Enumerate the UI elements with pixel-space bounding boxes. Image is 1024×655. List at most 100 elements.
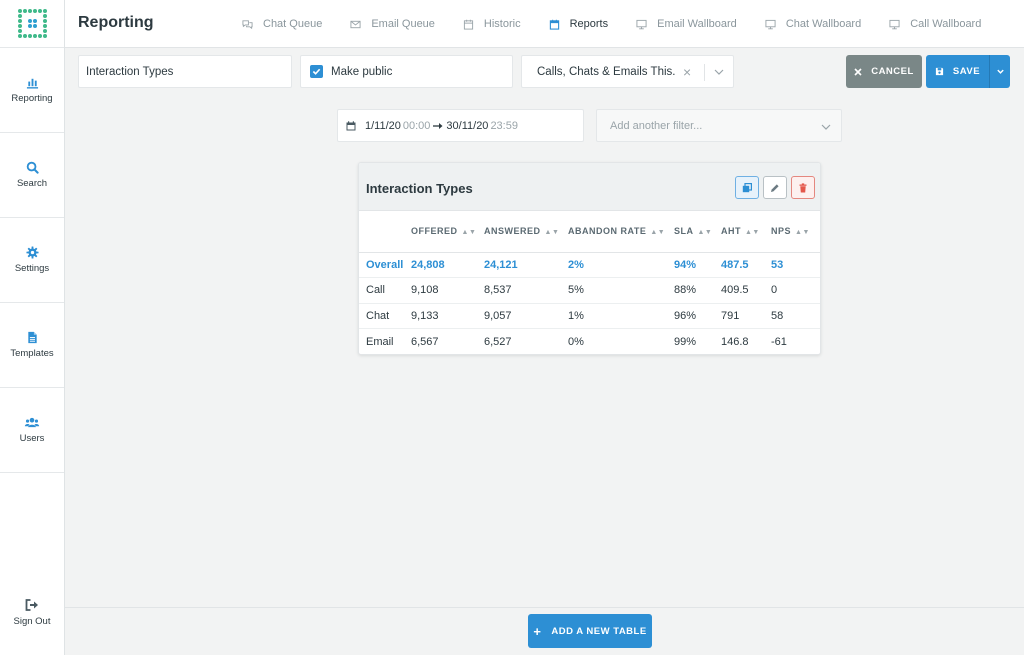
- search-icon: [26, 161, 39, 174]
- save-label: SAVE: [952, 66, 981, 77]
- tab-label: Historic: [483, 18, 521, 30]
- table-cell: 24,808: [411, 252, 484, 278]
- table-cell: 24,121: [484, 252, 568, 278]
- table-cell: 5%: [568, 277, 674, 304]
- tab-email-wallboard[interactable]: Email Wallboard: [636, 18, 737, 30]
- row-label: Overall: [359, 252, 411, 278]
- table-cell: 58: [771, 303, 820, 329]
- row-label: Call: [359, 277, 411, 304]
- table-cell: 1%: [568, 303, 674, 329]
- tab-label: Chat Wallboard: [785, 18, 862, 30]
- sort-icon: ▲▼: [461, 229, 477, 237]
- plus-icon: +: [533, 623, 542, 639]
- top-tabs: Chat Queue Email Queue Historic Reports …: [242, 0, 1009, 48]
- time-to: 23:59: [490, 119, 518, 132]
- table-cell: 9,057: [484, 303, 568, 329]
- table-row-overall: Overall 24,808 24,121 2% 94% 487.5 53: [359, 252, 820, 278]
- sidebar-item-label: Reporting: [11, 93, 53, 104]
- table-cell: 2%: [568, 252, 674, 278]
- select-divider: [704, 64, 705, 81]
- sidebar-item-users[interactable]: Users: [0, 388, 64, 473]
- sidebar-item-search[interactable]: Search: [0, 133, 64, 218]
- report-name-input[interactable]: [78, 55, 292, 88]
- save-options-dropdown[interactable]: [989, 55, 1010, 88]
- gear-icon: [25, 246, 39, 259]
- monitor-icon: [636, 19, 647, 29]
- monitor-icon: [889, 19, 900, 29]
- sidebar: Reporting Search Settings Templates User…: [0, 0, 65, 655]
- table-cell: 0: [771, 277, 820, 304]
- chevron-down-icon[interactable]: [713, 66, 725, 78]
- column-header-label: SLA: [674, 226, 694, 237]
- date-range-filter[interactable]: 1/11/20 00:00 30/11/20 23:59: [337, 109, 584, 142]
- sidebar-item-settings[interactable]: Settings: [0, 218, 64, 303]
- sidebar-item-label: Templates: [10, 348, 54, 359]
- bar-chart-icon: [26, 78, 38, 89]
- table-cell: 8,537: [484, 277, 568, 304]
- date-to: 30/11/20: [446, 119, 489, 132]
- clear-icon[interactable]: ×: [683, 64, 691, 80]
- cancel-button[interactable]: CANCEL: [846, 55, 922, 88]
- table-cell: 0%: [568, 335, 584, 348]
- tab-call-wallboard[interactable]: Call Wallboard: [889, 18, 981, 30]
- edit-table-button[interactable]: [763, 176, 787, 199]
- add-filter-select[interactable]: Add another filter...: [596, 109, 842, 142]
- column-header[interactable]: ABANDON RATE ▲▼: [568, 211, 674, 253]
- document-icon: [27, 331, 37, 344]
- tab-label: Email Wallboard: [657, 18, 737, 30]
- table-row: Call 9,108 8,537 5% 88% 409.5 0: [359, 277, 820, 304]
- table-header-row: OFFERED ▲▼ ANSWERED ▲▼ ABANDON RATE ▲▼ SLA ▲…: [359, 211, 820, 253]
- sign-out-button[interactable]: Sign Out: [0, 590, 64, 635]
- add-filter-placeholder: Add another filter...: [610, 119, 703, 132]
- sidebar-item-templates[interactable]: Templates: [0, 303, 64, 388]
- tab-label: Reports: [569, 18, 609, 30]
- column-header[interactable]: OFFERED ▲▼: [411, 211, 484, 253]
- column-header-label: ANSWERED: [484, 226, 541, 237]
- table-cell: 9,108: [411, 277, 484, 304]
- data-source-select[interactable]: Calls, Chats & Emails This. ×: [521, 55, 734, 88]
- tab-reports[interactable]: Reports: [549, 18, 609, 30]
- row-label: Chat: [359, 303, 411, 329]
- table-cell: 53: [771, 252, 820, 278]
- page-title: Reporting: [78, 14, 154, 31]
- column-header[interactable]: NPS ▲▼: [771, 211, 820, 253]
- table-row: Email 6,567 6,527 0% 99% 146.8 -61: [359, 329, 820, 355]
- sidebar-item-label: Search: [16, 178, 48, 189]
- table-cell: 99%: [674, 335, 697, 348]
- column-header[interactable]: ANSWERED ▲▼: [484, 211, 568, 253]
- copy-icon: [742, 182, 752, 192]
- tab-chat-wallboard[interactable]: Chat Wallboard: [765, 18, 861, 30]
- sidebar-item-label: Users: [19, 433, 45, 444]
- column-header[interactable]: SLA ▲▼: [674, 211, 721, 253]
- sort-icon: ▲▼: [544, 229, 560, 237]
- delete-table-button[interactable]: [791, 176, 815, 199]
- make-public-label: Make public: [331, 65, 393, 78]
- calendar-icon: [549, 19, 559, 30]
- make-public-checkbox[interactable]: [310, 65, 323, 78]
- monitor-icon: [765, 19, 776, 29]
- tab-label: Chat Queue: [263, 18, 323, 30]
- save-button[interactable]: SAVE: [926, 55, 989, 88]
- table-cell: 88%: [674, 277, 721, 304]
- app-logo[interactable]: [0, 0, 64, 48]
- sidebar-item-label: Settings: [14, 263, 50, 274]
- tab-historic[interactable]: Historic: [463, 18, 521, 30]
- sign-out-icon: [25, 598, 38, 611]
- floppy-disk-icon: [935, 67, 944, 76]
- tab-email-queue[interactable]: Email Queue: [350, 18, 435, 30]
- table-cell: 6,527: [484, 335, 512, 348]
- tab-label: Email Queue: [371, 18, 435, 30]
- table-cell: 9,133: [411, 303, 484, 329]
- column-header[interactable]: AHT ▲▼: [721, 211, 771, 253]
- users-icon: [24, 417, 40, 428]
- report-table-card: Interaction Types OFFERED ▲▼ ANSWERED ▲▼ A…: [358, 162, 821, 355]
- close-icon: [854, 67, 862, 76]
- add-new-table-button[interactable]: + ADD A NEW TABLE: [528, 614, 652, 648]
- make-public-toggle[interactable]: Make public: [300, 55, 513, 88]
- tab-chat-queue[interactable]: Chat Queue: [242, 18, 322, 30]
- duplicate-table-button[interactable]: [735, 176, 759, 199]
- cancel-label: CANCEL: [871, 66, 914, 77]
- card-header: Interaction Types: [359, 163, 820, 211]
- tab-label: Call Wallboard: [910, 18, 982, 30]
- sidebar-item-reporting[interactable]: Reporting: [0, 48, 64, 133]
